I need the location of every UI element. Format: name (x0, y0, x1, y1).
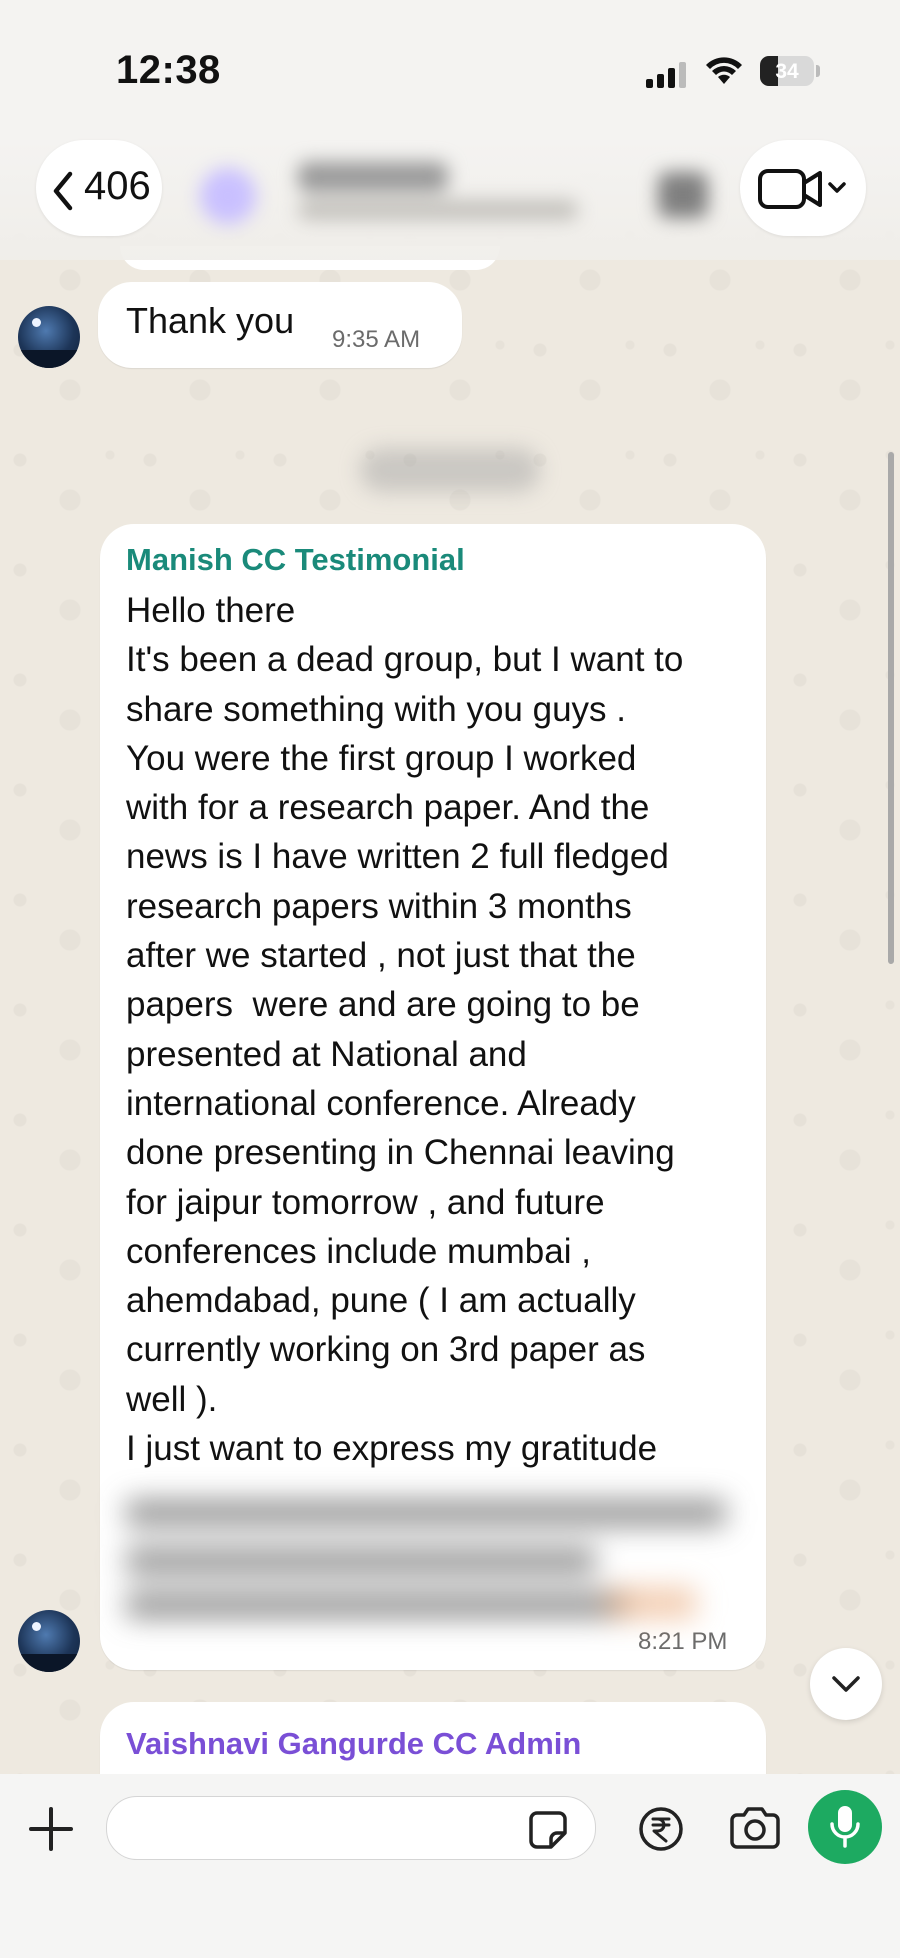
plus-icon[interactable] (28, 1806, 74, 1852)
camera-icon[interactable] (728, 1806, 782, 1850)
chevron-down-icon (832, 1676, 860, 1692)
video-call-button[interactable] (740, 140, 866, 236)
message-line: presented at National and (126, 1034, 527, 1074)
message-line: share something with you guys . (126, 689, 626, 729)
message-line: You were the first group I worked (126, 738, 637, 778)
message-line: currently working on 3rd paper as (126, 1330, 646, 1370)
redacted-content (46, 1488, 726, 1630)
message-line: for jaipur tomorrow , and future (126, 1182, 605, 1222)
avatar[interactable] (18, 306, 80, 368)
message-line: done presenting in Chennai leaving (126, 1133, 675, 1173)
message-text: Thank you (126, 300, 295, 341)
scroll-to-bottom-button[interactable] (810, 1648, 882, 1720)
chat-header: 406 (0, 140, 900, 260)
scrollbar[interactable] (888, 452, 894, 964)
status-bar: 12:38 34 (0, 0, 900, 140)
message-line: It's been a dead group, but I want to (126, 640, 684, 680)
microphone-icon (830, 1806, 860, 1848)
sender-name[interactable]: Manish CC Testimonial (126, 542, 465, 578)
status-time: 12:38 (116, 48, 221, 92)
contact-info-blurred[interactable] (188, 148, 728, 234)
message-line: with for a research paper. And the (126, 788, 650, 828)
battery-icon: 34 (760, 56, 814, 86)
message-input-bar (0, 1774, 900, 1958)
message-line: I just want to express my gratitude (126, 1429, 658, 1469)
rupee-payment-icon[interactable] (638, 1806, 684, 1852)
message-bubble[interactable]: Thank you 9:35 AM (98, 282, 462, 368)
message-line: after we started , not just that the (126, 936, 636, 976)
chevron-left-icon (53, 171, 73, 211)
avatar[interactable] (18, 1610, 80, 1672)
message-line: ahemdabad, pune ( I am actually (126, 1281, 636, 1321)
wifi-icon (706, 57, 742, 84)
message-input[interactable] (106, 1796, 596, 1860)
message-line: Hello there (126, 591, 296, 630)
message-body: Hello there It's been a dead group, but I… (126, 586, 756, 1473)
message-line: international conference. Already (126, 1083, 636, 1123)
sticker-icon[interactable] (527, 1809, 569, 1851)
unread-count: 406 (84, 164, 151, 208)
sender-name[interactable]: Vaishnavi Gangurde CC Admin (126, 1726, 581, 1762)
message-line: well ). (126, 1379, 218, 1419)
voice-message-button[interactable] (808, 1790, 882, 1864)
back-button[interactable]: 406 (36, 140, 162, 236)
message-line: conferences include mumbai , (126, 1231, 591, 1271)
battery-percent: 34 (775, 60, 799, 83)
message-line: papers were and are going to be (126, 985, 640, 1025)
video-camera-icon (758, 169, 846, 209)
signal-icon (646, 62, 686, 88)
message-timestamp: 8:21 PM (638, 1628, 728, 1655)
date-separator-blurred (360, 448, 540, 492)
message-timestamp: 9:35 AM (332, 326, 421, 353)
message-line: research papers within 3 months (126, 886, 632, 926)
message-line: news is I have written 2 full fledged (126, 837, 669, 877)
